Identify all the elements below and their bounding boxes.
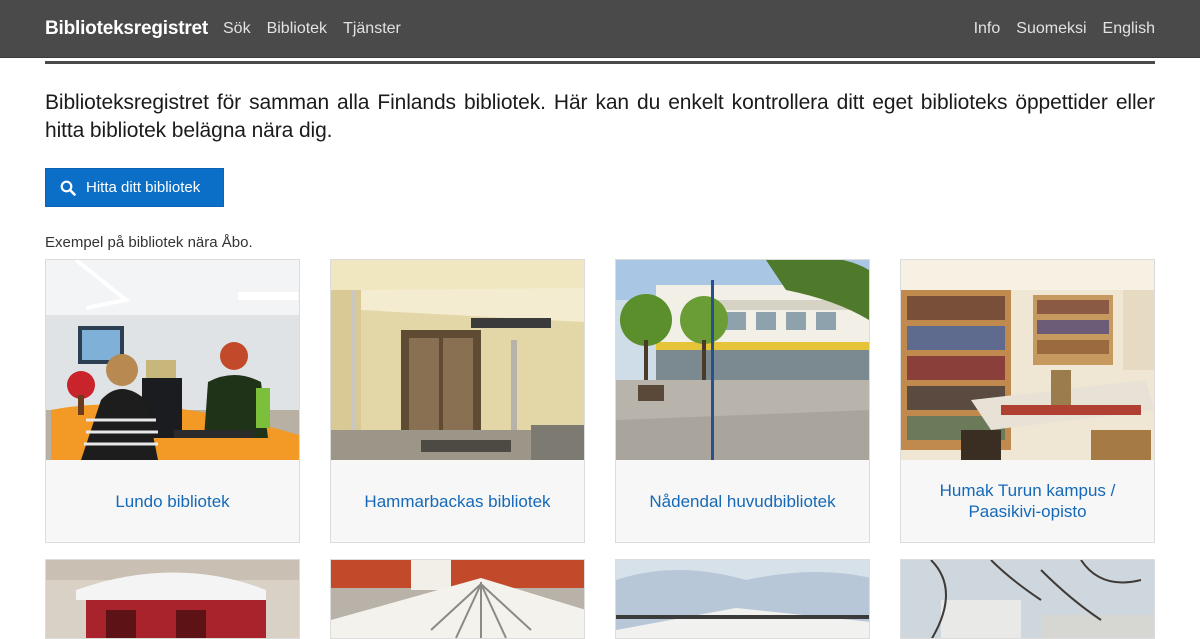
secondary-nav: Info Suomeksi English bbox=[974, 20, 1155, 38]
top-navbar: Biblioteksregistret Sök Bibliotek Tjänst… bbox=[0, 0, 1200, 58]
nav-link-info[interactable]: Info bbox=[974, 20, 1001, 38]
library-name-link[interactable]: Lundo bibliotek bbox=[46, 460, 299, 542]
library-photo bbox=[46, 560, 299, 638]
library-card[interactable]: Nådendal huvudbibliotek bbox=[615, 259, 870, 543]
library-photo bbox=[46, 260, 299, 460]
library-card-partial[interactable] bbox=[330, 559, 585, 639]
library-card-partial[interactable] bbox=[900, 559, 1155, 639]
main-nav: Sök Bibliotek Tjänster bbox=[223, 20, 401, 38]
library-card[interactable]: Hammarbackas bibliotek bbox=[330, 259, 585, 543]
library-name-link[interactable]: Humak Turun kampus / Paasikivi-opisto bbox=[901, 460, 1154, 542]
brand-link[interactable]: Biblioteksregistret bbox=[45, 18, 208, 40]
nav-link-english[interactable]: English bbox=[1103, 20, 1155, 38]
intro-text: Biblioteksregistret för samman alla Finl… bbox=[45, 91, 1155, 142]
nav-link-search[interactable]: Sök bbox=[223, 20, 251, 38]
library-card-partial[interactable] bbox=[615, 559, 870, 639]
library-photo bbox=[901, 260, 1154, 460]
library-photo bbox=[901, 560, 1154, 638]
nav-link-libraries[interactable]: Bibliotek bbox=[267, 20, 327, 38]
search-icon bbox=[60, 180, 76, 196]
library-photo bbox=[616, 560, 869, 638]
nav-link-finnish[interactable]: Suomeksi bbox=[1016, 20, 1086, 38]
find-library-button[interactable]: Hitta ditt bibliotek bbox=[45, 168, 224, 207]
examples-heading: Exempel på bibliotek nära Åbo. bbox=[45, 234, 253, 251]
library-card-partial[interactable] bbox=[45, 559, 300, 639]
library-photo bbox=[331, 260, 584, 460]
library-card[interactable]: Humak Turun kampus / Paasikivi-opisto bbox=[900, 259, 1155, 543]
library-name-link[interactable]: Nådendal huvudbibliotek bbox=[616, 460, 869, 542]
header-divider bbox=[45, 61, 1155, 64]
library-card[interactable]: Lundo bibliotek bbox=[45, 259, 300, 543]
library-name-link[interactable]: Hammarbackas bibliotek bbox=[331, 460, 584, 542]
library-photo bbox=[616, 260, 869, 460]
library-photo bbox=[331, 560, 584, 638]
find-library-label: Hitta ditt bibliotek bbox=[86, 179, 201, 196]
nav-link-services[interactable]: Tjänster bbox=[343, 20, 401, 38]
